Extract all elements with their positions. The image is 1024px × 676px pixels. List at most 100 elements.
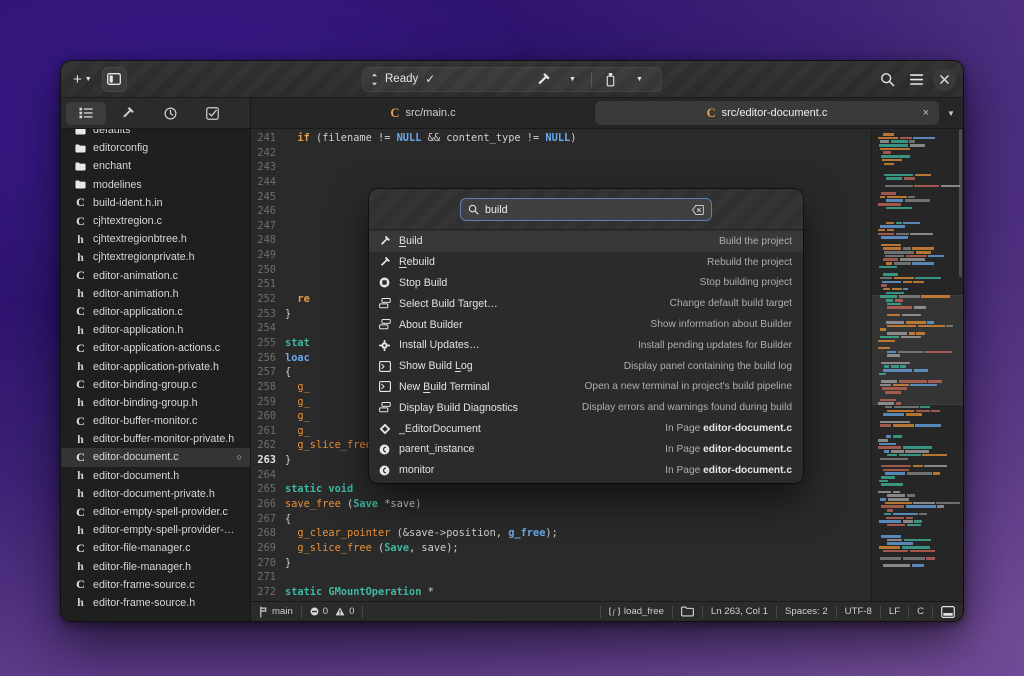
file-list-item[interactable]: heditor-buffer-monitor-private.h xyxy=(61,430,250,448)
code-line: 241 if (filename != NULL && content_type… xyxy=(251,131,871,146)
file-list-item[interactable]: hcjhtextregionbtree.h xyxy=(61,230,250,248)
close-window-button[interactable] xyxy=(933,68,956,91)
panel-toggle-button[interactable] xyxy=(102,67,127,92)
main-menu-button[interactable] xyxy=(904,67,929,92)
tab-close-icon[interactable]: × xyxy=(923,107,929,119)
file-list-item[interactable]: Ceditor-buffer-monitor.c xyxy=(61,412,250,430)
c-file-icon: C xyxy=(75,541,86,556)
file-list-item[interactable]: Cbuild-ident.h.in xyxy=(61,194,250,212)
minimap-line xyxy=(875,240,960,243)
command-palette-item[interactable]: BuildBuild the project xyxy=(369,231,803,252)
file-list-item[interactable]: modelines xyxy=(61,176,250,194)
file-list-item[interactable]: Ceditor-animation.c xyxy=(61,267,250,285)
line-number: 269 xyxy=(251,541,285,556)
c-file-icon: C xyxy=(75,304,86,319)
command-subtitle: Open a new terminal in project's build p… xyxy=(584,381,792,392)
minimap-line xyxy=(875,140,960,143)
minimap-line xyxy=(875,351,960,354)
file-list-item[interactable]: heditor-binding-group.h xyxy=(61,394,250,412)
file-list-item[interactable]: editorconfig xyxy=(61,139,250,157)
line-number: 252 xyxy=(251,292,285,307)
file-list-item[interactable]: Ceditor-file-manager.c xyxy=(61,539,250,557)
editor-tab[interactable]: Csrc/editor-document.c× xyxy=(595,101,939,125)
language-item[interactable]: C xyxy=(909,602,932,621)
code-line: 243 xyxy=(251,160,871,175)
new-button[interactable]: + ▼ xyxy=(68,67,97,92)
file-list-item[interactable]: heditor-frame-source.h xyxy=(61,594,250,612)
command-title: About Builder xyxy=(399,319,463,331)
command-title: Select Build Target… xyxy=(399,298,498,310)
symbol-item[interactable]: f load_free xyxy=(601,602,672,621)
command-title: parent_instance xyxy=(399,443,474,455)
sidebar-tab-history[interactable] xyxy=(150,102,190,125)
warning-count: 0 xyxy=(349,606,354,617)
line-content: stat xyxy=(285,336,310,351)
command-palette-results[interactable]: BuildBuild the projectRebuildRebuild the… xyxy=(369,230,803,483)
file-list-item[interactable]: hcjhtextregionprivate.h xyxy=(61,248,250,266)
code-line: 268 g_clear_pointer (&save->position, g_… xyxy=(251,526,871,541)
line-ending-item[interactable]: LF xyxy=(881,602,908,621)
file-list-item[interactable]: Ceditor-empty-spell-provider.c xyxy=(61,503,250,521)
file-list-item[interactable]: Ceditor-frame-source.c xyxy=(61,576,250,594)
line-content: loac xyxy=(285,351,310,366)
sidebar-tab-files[interactable] xyxy=(66,102,106,125)
chevron-down-icon: ▼ xyxy=(947,109,955,118)
file-list-item[interactable]: enchant xyxy=(61,157,250,175)
field-symbol-icon xyxy=(378,444,391,455)
file-list-item[interactable]: Ceditor-binding-group.c xyxy=(61,376,250,394)
minimap-line xyxy=(875,166,960,169)
code-line: 272static GMountOperation * xyxy=(251,585,871,600)
command-palette-item[interactable]: Display Build DiagnosticsDisplay errors … xyxy=(369,397,803,418)
command-palette-item[interactable]: Show Build LogDisplay panel containing t… xyxy=(369,356,803,377)
minimap-line xyxy=(875,465,960,468)
minimap-scrollbar[interactable] xyxy=(959,129,962,277)
command-palette-item[interactable]: RebuildRebuild the project xyxy=(369,252,803,273)
command-title: Build xyxy=(399,235,423,247)
project-file-list[interactable]: defaultseditorconfigenchantmodelinesCbui… xyxy=(61,129,250,621)
file-list-item[interactable]: Ceditor-application-actions.c xyxy=(61,339,250,357)
file-list-item[interactable]: heditor-document.h xyxy=(61,467,250,485)
cursor-position-item[interactable]: Ln 263, Col 1 xyxy=(703,602,776,621)
file-list-item[interactable]: defaults xyxy=(61,129,250,139)
command-palette-item[interactable]: Select Build Target…Change default build… xyxy=(369,293,803,314)
command-palette-item[interactable]: monitorIn Page editor-document.c xyxy=(369,460,803,481)
command-palette-item[interactable]: _EditorDocumentIn Page editor-document.c xyxy=(369,418,803,439)
git-branch-icon xyxy=(259,606,268,618)
diagnostics-item[interactable]: 0 0 xyxy=(302,602,363,621)
minimap-line xyxy=(875,517,960,520)
indentation-item[interactable]: Spaces: 2 xyxy=(777,602,836,621)
line-number: 270 xyxy=(251,556,285,571)
sidebar-tab-build[interactable] xyxy=(108,102,148,125)
command-palette-item[interactable]: About BuilderShow information about Buil… xyxy=(369,314,803,335)
file-list-item[interactable]: heditor-application-private.h xyxy=(61,357,250,375)
file-list-item[interactable]: Ceditor-document.c○ xyxy=(61,448,250,466)
command-search-input[interactable] xyxy=(485,204,686,216)
file-list-item[interactable]: Ceditor-application.c xyxy=(61,303,250,321)
file-list-item[interactable]: heditor-empty-spell-provider-… xyxy=(61,521,250,539)
line-number: 253 xyxy=(251,307,285,322)
c-file-icon: C xyxy=(75,195,86,210)
line-number: 248 xyxy=(251,233,285,248)
command-palette-item[interactable]: parent_instanceIn Page editor-document.c xyxy=(369,439,803,460)
minimap[interactable] xyxy=(871,129,963,601)
open-folder-item[interactable] xyxy=(673,602,702,621)
command-palette-item[interactable]: Install Updates…Install pending updates … xyxy=(369,335,803,356)
command-palette-entry[interactable] xyxy=(460,198,712,221)
encoding-item[interactable]: UTF-8 xyxy=(837,602,880,621)
git-branch-item[interactable]: main xyxy=(251,602,301,621)
command-palette-item[interactable]: New Build TerminalOpen a new terminal in… xyxy=(369,377,803,398)
clear-entry-icon[interactable] xyxy=(692,205,704,215)
sidebar-tab-todo[interactable] xyxy=(192,102,232,125)
tab-overflow-button[interactable]: ▼ xyxy=(939,98,963,128)
file-list-item[interactable]: heditor-application.h xyxy=(61,321,250,339)
bottom-panel-toggle[interactable] xyxy=(933,602,963,621)
file-list-item[interactable]: heditor-file-manager.h xyxy=(61,558,250,576)
line-number: 268 xyxy=(251,526,285,541)
search-button[interactable] xyxy=(875,67,900,92)
omnibar[interactable]: Ready ✓ xyxy=(362,67,662,92)
editor-tab[interactable]: Csrc/main.c xyxy=(251,98,595,128)
file-list-item[interactable]: heditor-document-private.h xyxy=(61,485,250,503)
file-list-item[interactable]: heditor-animation.h xyxy=(61,285,250,303)
file-list-item[interactable]: Ccjhtextregion.c xyxy=(61,212,250,230)
command-palette-item[interactable]: Stop BuildStop building project xyxy=(369,273,803,294)
